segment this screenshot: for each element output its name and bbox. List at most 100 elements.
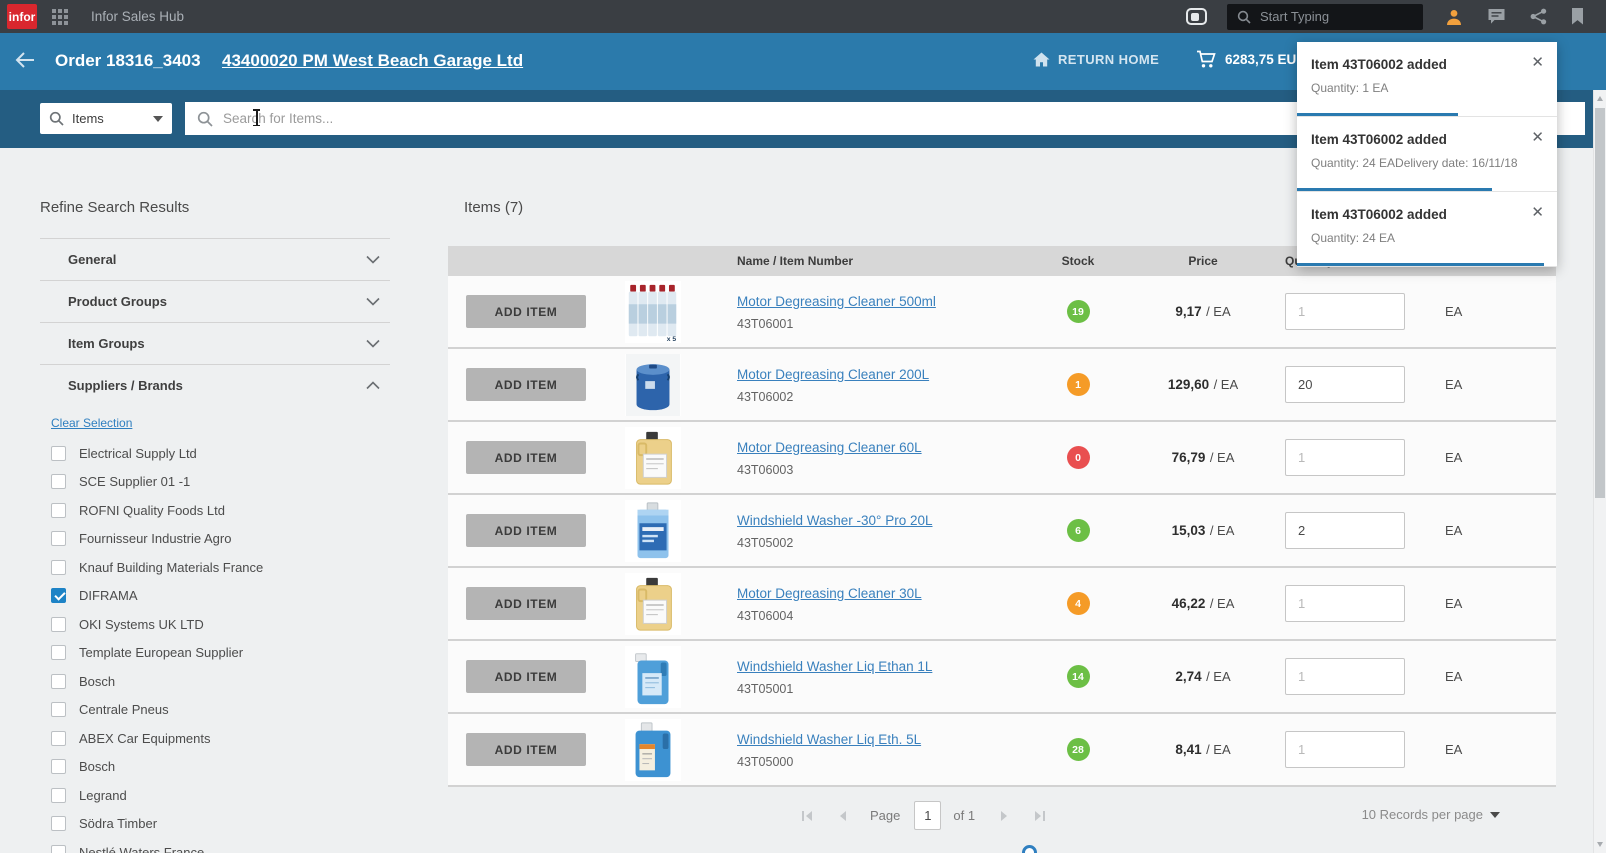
supplier-checkbox-row[interactable]: ROFNI Quality Foods Ltd [40,496,390,525]
item-name-link[interactable]: Motor Degreasing Cleaner 200L [737,367,929,382]
close-icon[interactable]: ✕ [1531,205,1544,220]
price-value: 15,03 [1172,523,1206,538]
item-name-link[interactable]: Windshield Washer Liq Eth. 5L [737,732,921,747]
bookmark-icon[interactable] [1571,8,1584,25]
section-suppliers-brands[interactable]: Suppliers / Brands [40,364,390,406]
price-value: 8,41 [1175,742,1201,757]
return-home-button[interactable]: RETURN HOME [1033,52,1159,67]
checkbox[interactable] [51,788,66,803]
item-name-link[interactable]: Motor Degreasing Cleaner 30L [737,586,922,601]
checkbox[interactable] [51,446,66,461]
records-per-page-label: 10 Records per page [1362,807,1483,822]
supplier-checkbox-row[interactable]: Centrale Pneus [40,696,390,725]
add-item-button[interactable]: ADD ITEM [466,368,586,401]
item-name-link[interactable]: Motor Degreasing Cleaner 500ml [737,294,936,309]
section-item-groups[interactable]: Item Groups [40,322,390,364]
section-product-groups[interactable]: Product Groups [40,280,390,322]
add-item-button[interactable]: ADD ITEM [466,587,586,620]
price-value: 9,17 [1175,304,1201,319]
item-name-link[interactable]: Windshield Washer Liq Ethan 1L [737,659,932,674]
customer-link[interactable]: 43400020 PM West Beach Garage Ltd [222,51,523,71]
quantity-input[interactable] [1285,293,1405,330]
table-row: ADD ITEM Motor Degreasing Cleaner 30L 43T… [448,568,1556,641]
quantity-input[interactable] [1285,512,1405,549]
search-category-value: Items [72,111,104,126]
checkbox[interactable] [51,816,66,831]
supplier-checkbox-row[interactable]: Nestlé Waters France [40,838,390,853]
close-icon[interactable]: ✕ [1531,130,1544,145]
supplier-checkbox-row[interactable]: Knauf Building Materials France [40,553,390,582]
item-name-link[interactable]: Windshield Washer -30° Pro 20L [737,513,933,528]
supplier-checkbox-row[interactable]: Electrical Supply Ltd [40,439,390,468]
item-name-link[interactable]: Motor Degreasing Cleaner 60L [737,440,922,455]
quantity-input[interactable] [1285,731,1405,768]
supplier-checkbox-row[interactable]: ABEX Car Equipments [40,724,390,753]
first-page-button[interactable] [800,809,815,823]
checkbox[interactable] [51,702,66,717]
search-category-dropdown[interactable]: Items [40,103,172,134]
scrollbar-thumb[interactable] [1595,108,1605,498]
add-item-button[interactable]: ADD ITEM [466,514,586,547]
checkbox[interactable] [51,645,66,660]
records-per-page-selector[interactable]: 10 Records per page [1362,807,1500,822]
chevron-down-icon [153,116,163,122]
checkbox[interactable] [51,560,66,575]
app-grid-icon[interactable] [52,9,68,25]
scroll-up-arrow[interactable] [1597,96,1603,101]
supplier-checkbox-row[interactable]: Fournisseur Industrie Agro [40,525,390,554]
supplier-checkbox-row[interactable]: OKI Systems UK LTD [40,610,390,639]
column-name: Name / Item Number [698,254,1018,268]
last-page-button[interactable] [1032,809,1047,823]
quantity-input[interactable] [1285,366,1405,403]
user-icon[interactable] [1445,8,1463,26]
add-item-button[interactable]: ADD ITEM [466,660,586,693]
checkbox[interactable] [51,731,66,746]
add-item-button[interactable]: ADD ITEM [466,441,586,474]
checkbox[interactable] [51,503,66,518]
checkbox[interactable] [51,531,66,546]
supplier-checkbox-row[interactable]: Bosch [40,667,390,696]
infor-logo[interactable]: infor [7,4,37,29]
next-page-button[interactable] [999,809,1010,823]
quantity-input[interactable] [1285,439,1405,476]
unit-label: EA [1418,377,1556,392]
close-icon[interactable]: ✕ [1531,55,1544,70]
share-icon[interactable] [1530,8,1547,25]
section-general[interactable]: General [40,238,390,280]
item-number: 43T06004 [737,609,1018,623]
infor-sales-hub-app: infor Infor Sales Hub [0,0,1606,853]
supplier-label: Electrical Supply Ltd [79,446,197,461]
supplier-checkbox-row[interactable]: Bosch [40,753,390,782]
quantity-input[interactable] [1285,658,1405,695]
supplier-checkbox-row[interactable]: Södra Timber [40,810,390,839]
price-value: 2,74 [1175,669,1201,684]
back-button[interactable] [14,50,36,70]
quantity-input[interactable] [1285,585,1405,622]
add-item-button[interactable]: ADD ITEM [466,295,586,328]
global-search-input[interactable] [1260,9,1400,24]
supplier-label: ROFNI Quality Foods Ltd [79,503,225,518]
scroll-down-arrow[interactable] [1597,842,1603,847]
stock-badge: 28 [1067,738,1090,761]
add-item-button[interactable]: ADD ITEM [466,733,586,766]
previous-page-button[interactable] [837,809,848,823]
cart-button[interactable]: 6283,75 EUR [1196,50,1306,69]
checkbox[interactable] [51,617,66,632]
chat-icon[interactable] [1487,8,1506,25]
item-search-input[interactable] [223,111,1123,126]
item-price: 76,79 / EA [1138,449,1268,467]
supplier-checkbox-row[interactable]: SCE Supplier 01 -1 [40,468,390,497]
clear-selection-link[interactable]: Clear Selection [51,416,132,431]
checkbox[interactable] [51,845,66,853]
checkbox[interactable] [51,759,66,774]
checkbox[interactable] [51,674,66,689]
supplier-checkbox-row[interactable]: Template European Supplier [40,639,390,668]
checkbox-checked[interactable] [51,588,66,603]
supplier-checkbox-row[interactable]: Legrand [40,781,390,810]
supplier-checkbox-row[interactable]: DIFRAMA [40,582,390,611]
checkbox[interactable] [51,474,66,489]
panel-toggle-icon[interactable] [1186,8,1207,25]
item-price: 8,41 / EA [1138,741,1268,759]
page-number-input[interactable] [914,801,941,830]
global-search[interactable] [1227,4,1423,30]
